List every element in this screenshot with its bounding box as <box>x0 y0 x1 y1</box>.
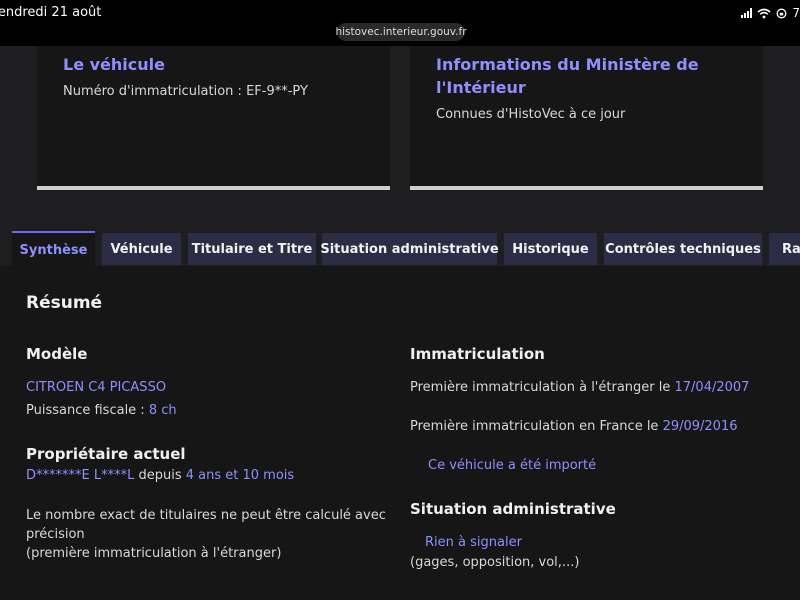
fiscal-power-value: 8 ch <box>148 403 177 418</box>
vehicle-card: Le véhicule Numéro d'immatriculation : E… <box>37 46 390 190</box>
admin-status: Rien à signaler <box>425 535 522 550</box>
plate-number: Numéro d'immatriculation : EF-9**-PY <box>63 84 308 99</box>
foreign-registration: Première immatriculation à l'étranger le… <box>410 380 749 395</box>
ministry-title-line1: Informations du Ministère de <box>436 55 699 74</box>
owner-note-line2: précision <box>26 527 85 542</box>
wifi-icon <box>757 8 771 18</box>
ministry-card-title: Informations du Ministère de l'Intérieur <box>436 53 699 99</box>
tab-rapport[interactable]: Rapport <box>769 233 800 265</box>
orientation-lock-icon <box>776 8 787 18</box>
battery-percent: 7 <box>792 6 800 20</box>
admin-heading: Situation administrative <box>410 500 616 518</box>
ministry-title-line2: l'Intérieur <box>436 78 526 97</box>
tab-controles-techniques[interactable]: Contrôles techniques <box>604 233 762 265</box>
model-heading: Modèle <box>26 345 88 363</box>
status-bar: Vendredi 21 août 7 histovec.interieur.go… <box>0 0 800 46</box>
fiscal-power-label: Puissance fiscale : <box>26 403 149 418</box>
status-time: Vendredi 21 août <box>0 5 102 20</box>
model-name: CITROEN C4 PICASSO <box>26 380 167 395</box>
tab-titulaire-titre[interactable]: Titulaire et Titre <box>188 233 316 265</box>
owner-note-line1: Le nombre exact de titulaires ne peut êt… <box>26 508 386 523</box>
tab-vehicule[interactable]: Véhicule <box>102 233 181 265</box>
tab-historique[interactable]: Historique <box>504 233 597 265</box>
owner-since-label: depuis <box>134 468 186 483</box>
plate-label: Numéro d'immatriculation : <box>63 84 247 99</box>
plate-value: EF-9**-PY <box>246 84 308 99</box>
admin-detail: (gages, opposition, vol,...) <box>410 555 580 570</box>
tab-synthese[interactable]: Synthèse <box>12 231 95 267</box>
fiscal-power: Puissance fiscale : 8 ch <box>26 403 177 418</box>
foreign-registration-label: Première immatriculation à l'étranger le <box>410 380 675 395</box>
owner-since-value: 4 ans et 10 mois <box>185 468 295 483</box>
tab-situation-administrative[interactable]: Situation administrative <box>320 233 499 265</box>
signal-icon <box>741 8 753 18</box>
owner-count-note: Le nombre exact de titulaires ne peut êt… <box>26 506 386 563</box>
summary-title: Résumé <box>26 293 103 313</box>
foreign-registration-date: 17/04/2007 <box>674 380 750 395</box>
page: Le véhicule Numéro d'immatriculation : E… <box>0 46 800 600</box>
france-registration: Première immatriculation en France le 29… <box>410 419 738 434</box>
tab-bar: Synthèse Véhicule Titulaire et Titre Sit… <box>0 231 800 269</box>
owner-heading: Propriétaire actuel <box>26 445 186 463</box>
registration-heading: Immatriculation <box>410 345 545 363</box>
vehicle-card-title: Le véhicule <box>63 55 165 74</box>
france-registration-label: Première immatriculation en France le <box>410 419 663 434</box>
owner-info: D*******E L****L depuis 4 ans et 10 mois <box>26 468 294 483</box>
owner-note-line3: (première immatriculation à l'étranger) <box>26 546 282 561</box>
synthese-panel: Résumé Modèle CITROEN C4 PICASSO Puissan… <box>0 266 800 600</box>
imported-notice: Ce véhicule a été importé <box>428 458 597 473</box>
url-bar[interactable]: histovec.interieur.gouv.fr <box>335 23 467 41</box>
status-icons: 7 <box>741 6 800 20</box>
france-registration-date: 29/09/2016 <box>662 419 738 434</box>
ministry-card: Informations du Ministère de l'Intérieur… <box>410 46 763 190</box>
owner-name: D*******E L****L <box>26 468 135 483</box>
ministry-card-subtitle: Connues d'HistoVec à ce jour <box>436 107 626 122</box>
